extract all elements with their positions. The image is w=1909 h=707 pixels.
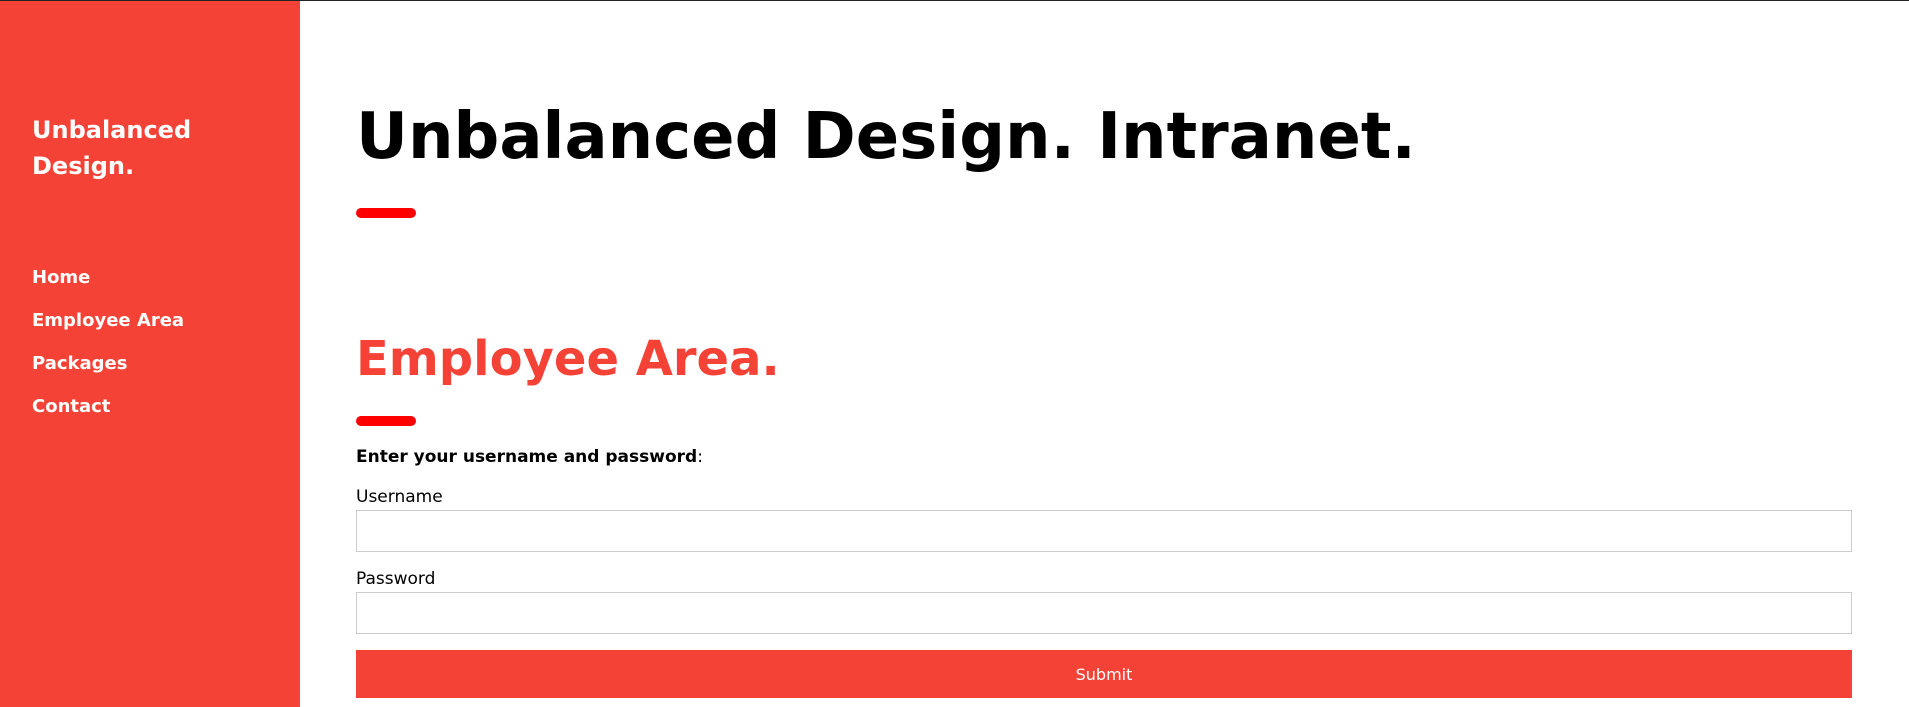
nav-item-home: Home: [32, 263, 184, 306]
nav-item-employee-area: Employee Area: [32, 306, 184, 349]
page: Unbalanced Design. Home Employee Area Pa…: [0, 0, 1909, 707]
password-label: Password: [356, 569, 436, 589]
sidebar: Unbalanced Design. Home Employee Area Pa…: [0, 1, 300, 707]
section-accent-bar: [356, 416, 416, 426]
brand-name: Unbalanced Design.: [32, 116, 192, 180]
section-title: Employee Area.: [356, 331, 780, 387]
submit-button[interactable]: Submit: [356, 650, 1852, 698]
nav-link-contact[interactable]: Contact: [32, 396, 110, 417]
username-label: Username: [356, 487, 443, 507]
login-prompt-colon: :: [697, 447, 703, 467]
password-input[interactable]: [356, 592, 1852, 634]
login-prompt: Enter your username and password:: [356, 444, 703, 470]
username-input[interactable]: [356, 510, 1852, 552]
nav-item-contact: Contact: [32, 392, 184, 435]
page-title: Unbalanced Design. Intranet.: [356, 100, 1416, 174]
sidebar-nav: Home Employee Area Packages Contact: [32, 263, 184, 435]
nav-link-packages[interactable]: Packages: [32, 353, 127, 374]
nav-link-employee-area[interactable]: Employee Area: [32, 310, 184, 331]
nav-link-home[interactable]: Home: [32, 267, 90, 288]
nav-item-packages: Packages: [32, 349, 184, 392]
title-accent-bar: [356, 208, 416, 218]
login-prompt-text: Enter your username and password: [356, 447, 698, 467]
